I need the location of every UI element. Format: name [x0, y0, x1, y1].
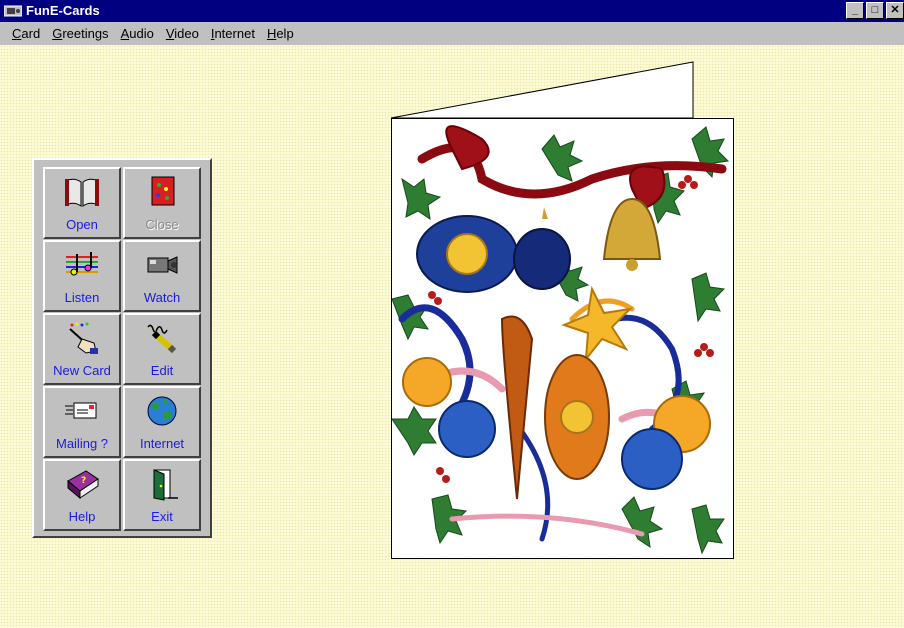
christmas-ornaments-illustration [392, 119, 733, 558]
greeting-card-front[interactable] [391, 118, 734, 559]
